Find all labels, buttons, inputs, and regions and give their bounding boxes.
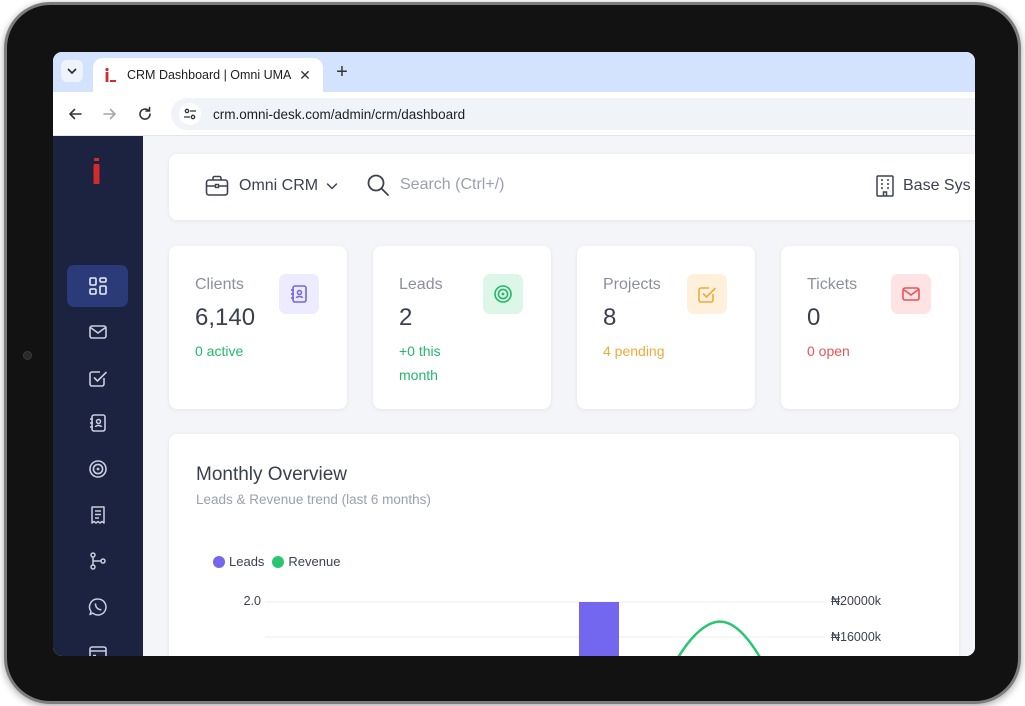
search-placeholder: Search (Ctrl+/)	[400, 176, 505, 193]
site-info-icon[interactable]	[179, 103, 201, 125]
card-icon	[88, 646, 107, 656]
checkbox-icon	[687, 274, 727, 314]
search-icon	[367, 174, 389, 196]
browser-tab[interactable]: CRM Dashboard | Omni UMA ✕	[93, 58, 323, 92]
mail-icon	[891, 274, 931, 314]
monthly-overview-card: Monthly Overview Leads & Revenue trend (…	[169, 434, 959, 656]
front-camera	[23, 351, 32, 360]
checkbox-icon	[88, 371, 107, 387]
sidebar-item-tasks[interactable]	[67, 357, 128, 399]
stat-label: Projects	[603, 276, 661, 293]
whatsapp-icon	[88, 598, 107, 616]
chevron-down-icon	[326, 183, 338, 190]
address-bar[interactable]: crm.omni-desk.com/admin/crm/dashboard	[171, 98, 975, 130]
contacts-icon	[279, 274, 319, 314]
sidebar-item-contacts[interactable]	[67, 402, 128, 444]
tab-title: CRM Dashboard | Omni UMA	[127, 68, 292, 82]
sidebar-item-whatsapp[interactable]	[67, 586, 128, 628]
tab-search-button[interactable]	[61, 60, 83, 82]
stat-card-leads[interactable]: Leads 2 +0 this month	[373, 246, 551, 409]
stat-label: Clients	[195, 276, 244, 293]
leads-bar[interactable]	[579, 602, 619, 656]
arrow-right-icon	[103, 108, 116, 120]
left-axis-tick: 2.0	[244, 594, 261, 608]
stat-subtext: 0 open	[807, 343, 850, 359]
stat-label: Leads	[399, 276, 443, 293]
reload-icon	[139, 106, 151, 120]
building-icon	[876, 175, 894, 197]
browser-tab-bar: CRM Dashboard | Omni UMA ✕ +	[53, 52, 975, 92]
brand-logo	[93, 158, 100, 184]
browser-toolbar: crm.omni-desk.com/admin/crm/dashboard	[53, 92, 975, 136]
main-content: Omni CRM Search (Ctrl+/) Base Sys Client…	[143, 136, 975, 656]
stat-card-clients[interactable]: Clients 6,140 0 active	[169, 246, 347, 409]
global-search[interactable]: Search (Ctrl+/)	[366, 173, 504, 197]
reload-button[interactable]	[135, 104, 155, 124]
chevron-down-icon	[67, 68, 77, 75]
sidebar-item-dashboard[interactable]	[67, 265, 128, 307]
target-icon	[88, 460, 107, 478]
sidebar-item-leads[interactable]	[67, 448, 128, 490]
stat-label: Tickets	[807, 276, 858, 293]
stat-card-tickets[interactable]: Tickets 0 0 open	[781, 246, 959, 409]
stat-subtext: 0 active	[195, 343, 244, 359]
revenue-line[interactable]	[669, 620, 769, 656]
dashboard-icon	[88, 277, 107, 295]
favicon-icon	[103, 67, 117, 83]
company-selector[interactable]: Base Sys	[875, 174, 971, 198]
sidebar-item-pipeline[interactable]	[67, 540, 128, 582]
sidebar-item-invoices[interactable]	[67, 494, 128, 536]
forward-button[interactable]	[100, 104, 120, 124]
stat-value: 2	[399, 304, 413, 331]
contacts-icon	[89, 414, 106, 432]
app-top-bar: Omni CRM Search (Ctrl+/) Base Sys	[169, 154, 975, 220]
target-icon	[483, 274, 523, 314]
receipt-icon	[90, 506, 105, 524]
sidebar-item-payments[interactable]	[67, 632, 128, 656]
app-switcher-label: Omni CRM	[239, 177, 319, 194]
arrow-left-icon	[69, 108, 82, 120]
url-text: crm.omni-desk.com/admin/crm/dashboard	[213, 106, 466, 122]
stat-value: 8	[603, 304, 617, 331]
stat-value: 6,140	[195, 304, 256, 331]
back-button[interactable]	[65, 104, 85, 124]
stat-subtext: +0 this month	[399, 343, 441, 383]
briefcase-icon	[205, 175, 229, 196]
stat-subtext: 4 pending	[603, 343, 665, 359]
sidebar-item-email[interactable]	[67, 311, 128, 353]
right-axis-tick: ₦20000k	[831, 594, 882, 608]
sidebar	[53, 136, 143, 656]
stat-value: 0	[807, 304, 821, 331]
close-tab-icon[interactable]: ✕	[297, 67, 313, 83]
pipeline-icon	[89, 552, 106, 570]
app-switcher[interactable]: Omni CRM	[205, 175, 338, 197]
screen: CRM Dashboard | Omni UMA ✕ + crm.omni-de…	[53, 52, 975, 656]
new-tab-button[interactable]: +	[331, 61, 353, 83]
stat-card-projects[interactable]: Projects 8 4 pending	[577, 246, 755, 409]
right-axis-tick: ₦16000k	[831, 630, 882, 644]
overview-chart: 2.0 ₦20000k ₦16000k	[244, 594, 882, 656]
mail-icon	[88, 325, 107, 339]
company-label: Base Sys	[903, 177, 971, 194]
